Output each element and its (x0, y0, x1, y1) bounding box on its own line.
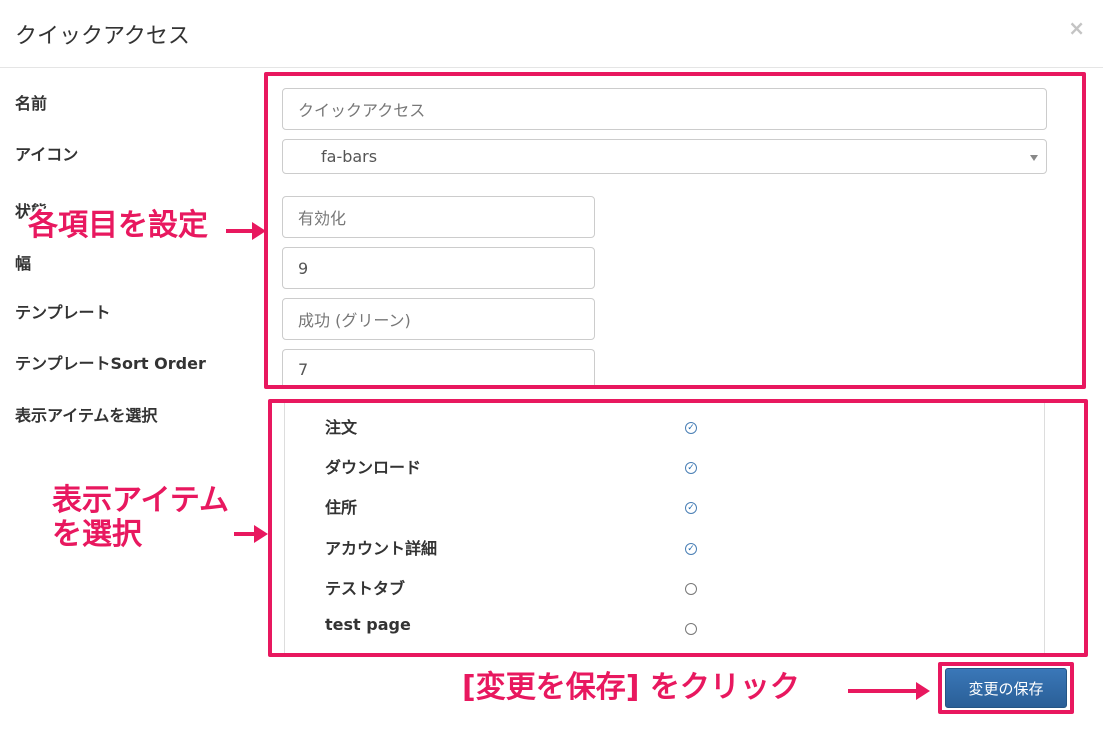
arrow-right-icon (254, 525, 268, 543)
arrow-line (848, 689, 918, 693)
annotation-select-items-2: を選択 (52, 517, 142, 552)
annotation-set-items: 各項目を設定 (28, 208, 208, 243)
arrow-line (234, 532, 256, 536)
annotation-select-items-1: 表示アイテム (52, 483, 229, 518)
label-display-items: 表示アイテムを選択 (15, 406, 158, 425)
callout-box-save (938, 662, 1074, 714)
arrow-right-icon (916, 682, 930, 700)
modal-title: クイックアクセス (15, 24, 190, 49)
label-sort-order: テンプレートSort Order (15, 354, 206, 373)
label-name: 名前 (15, 94, 48, 113)
label-icon: アイコン (15, 145, 79, 164)
label-width: 幅 (15, 254, 32, 273)
modal-header: クイックアクセス × (0, 0, 1103, 68)
callout-box-items (268, 399, 1088, 657)
annotation-click-save: [変更を保存] をクリック (462, 670, 800, 705)
label-template: テンプレート (15, 303, 111, 322)
arrow-line (226, 229, 254, 233)
close-icon[interactable]: × (1068, 16, 1085, 40)
callout-box-form (264, 72, 1086, 389)
arrow-right-icon (252, 222, 266, 240)
